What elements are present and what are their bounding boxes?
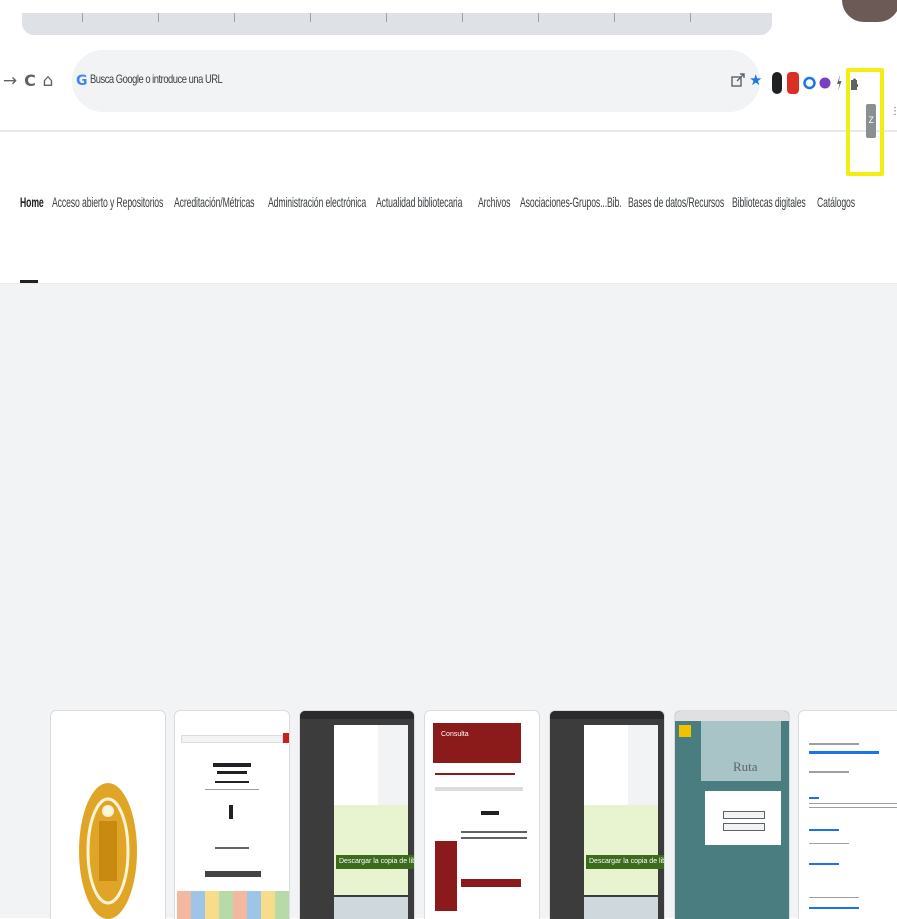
omnibox-placeholder[interactable]: Busca Google o introduce una URL	[90, 72, 223, 86]
bookmark-bases-datos[interactable]: Bases de datos/Recursos	[628, 194, 724, 210]
most-visited-tile[interactable]: Consulta	[424, 710, 540, 919]
bookmarks-bar: Home Acceso abierto y Repositorios Acred…	[0, 180, 897, 240]
tab-strip	[22, 13, 772, 35]
bookmark-asociaciones[interactable]: Asociaciones-Grupos...Bib.	[520, 194, 622, 210]
most-visited-tile[interactable]: Ruta	[674, 710, 790, 919]
tab-separator	[538, 13, 539, 22]
tab-separator	[614, 13, 615, 22]
university-seal-icon	[79, 783, 137, 919]
most-visited-tile[interactable]	[798, 710, 897, 919]
most-visited-tile[interactable]	[174, 710, 290, 919]
home-icon[interactable]: ⌂	[40, 66, 56, 96]
tab-separator	[310, 13, 311, 22]
tab-separator	[82, 13, 83, 22]
tab-separator	[690, 13, 691, 22]
extension-red-icon[interactable]	[787, 72, 799, 94]
tab-separator	[234, 13, 235, 22]
profile-avatar[interactable]	[842, 0, 897, 22]
omnibox[interactable]: G Busca Google o introduce una URL ★	[72, 50, 762, 112]
bookmark-star-icon[interactable]: ★	[749, 70, 762, 90]
extension-purple-icon[interactable]	[819, 72, 831, 94]
bookmark-acreditacion[interactable]: Acreditación/Métricas	[174, 194, 255, 210]
zotero-extension-icon[interactable]: Z	[866, 104, 876, 138]
bookmark-archivos[interactable]: Archivos	[478, 194, 510, 210]
bookmark-actualidad[interactable]: Actualidad bibliotecaria	[376, 194, 462, 210]
google-icon: G	[76, 73, 88, 89]
reload-icon[interactable]: C	[22, 66, 38, 96]
tab-separator	[386, 13, 387, 22]
share-icon[interactable]	[731, 73, 745, 87]
tile-title: Ruta	[733, 759, 758, 774]
tab-separator	[462, 13, 463, 22]
extension-bolt-icon[interactable]	[836, 72, 842, 94]
bookmark-catalogos[interactable]: Catálogos	[817, 194, 855, 210]
forward-arrow-icon[interactable]: →	[2, 66, 18, 96]
menu-dots-icon[interactable]: ⋮	[890, 107, 897, 132]
extension-dark-icon[interactable]	[772, 72, 782, 94]
most-visited-tile[interactable]	[50, 710, 166, 919]
bookmark-home[interactable]: Home	[20, 194, 44, 210]
extension-blue-ring-icon[interactable]	[803, 72, 816, 94]
most-visited-tile[interactable]: Descargar la copia de libro	[549, 710, 665, 919]
most-visited-tile[interactable]: Descargar la copia de libro	[299, 710, 415, 919]
tab-separator	[158, 13, 159, 22]
tile-title: Consulta	[441, 731, 469, 738]
highlight-box	[846, 68, 884, 176]
bookmark-bibliotecas[interactable]: Bibliotecas digitales	[732, 194, 806, 210]
browser-toolbar: → C ⌂ G Busca Google o introduce una URL…	[0, 40, 897, 176]
download-book-button[interactable]: Descargar la copia de libro	[336, 855, 414, 869]
bookmark-administracion[interactable]: Administración electrónica	[268, 194, 366, 210]
download-book-button[interactable]: Descargar la copia de libro	[586, 855, 664, 869]
bookmark-acceso-abierto[interactable]: Acceso abierto y Repositorios	[52, 194, 163, 210]
